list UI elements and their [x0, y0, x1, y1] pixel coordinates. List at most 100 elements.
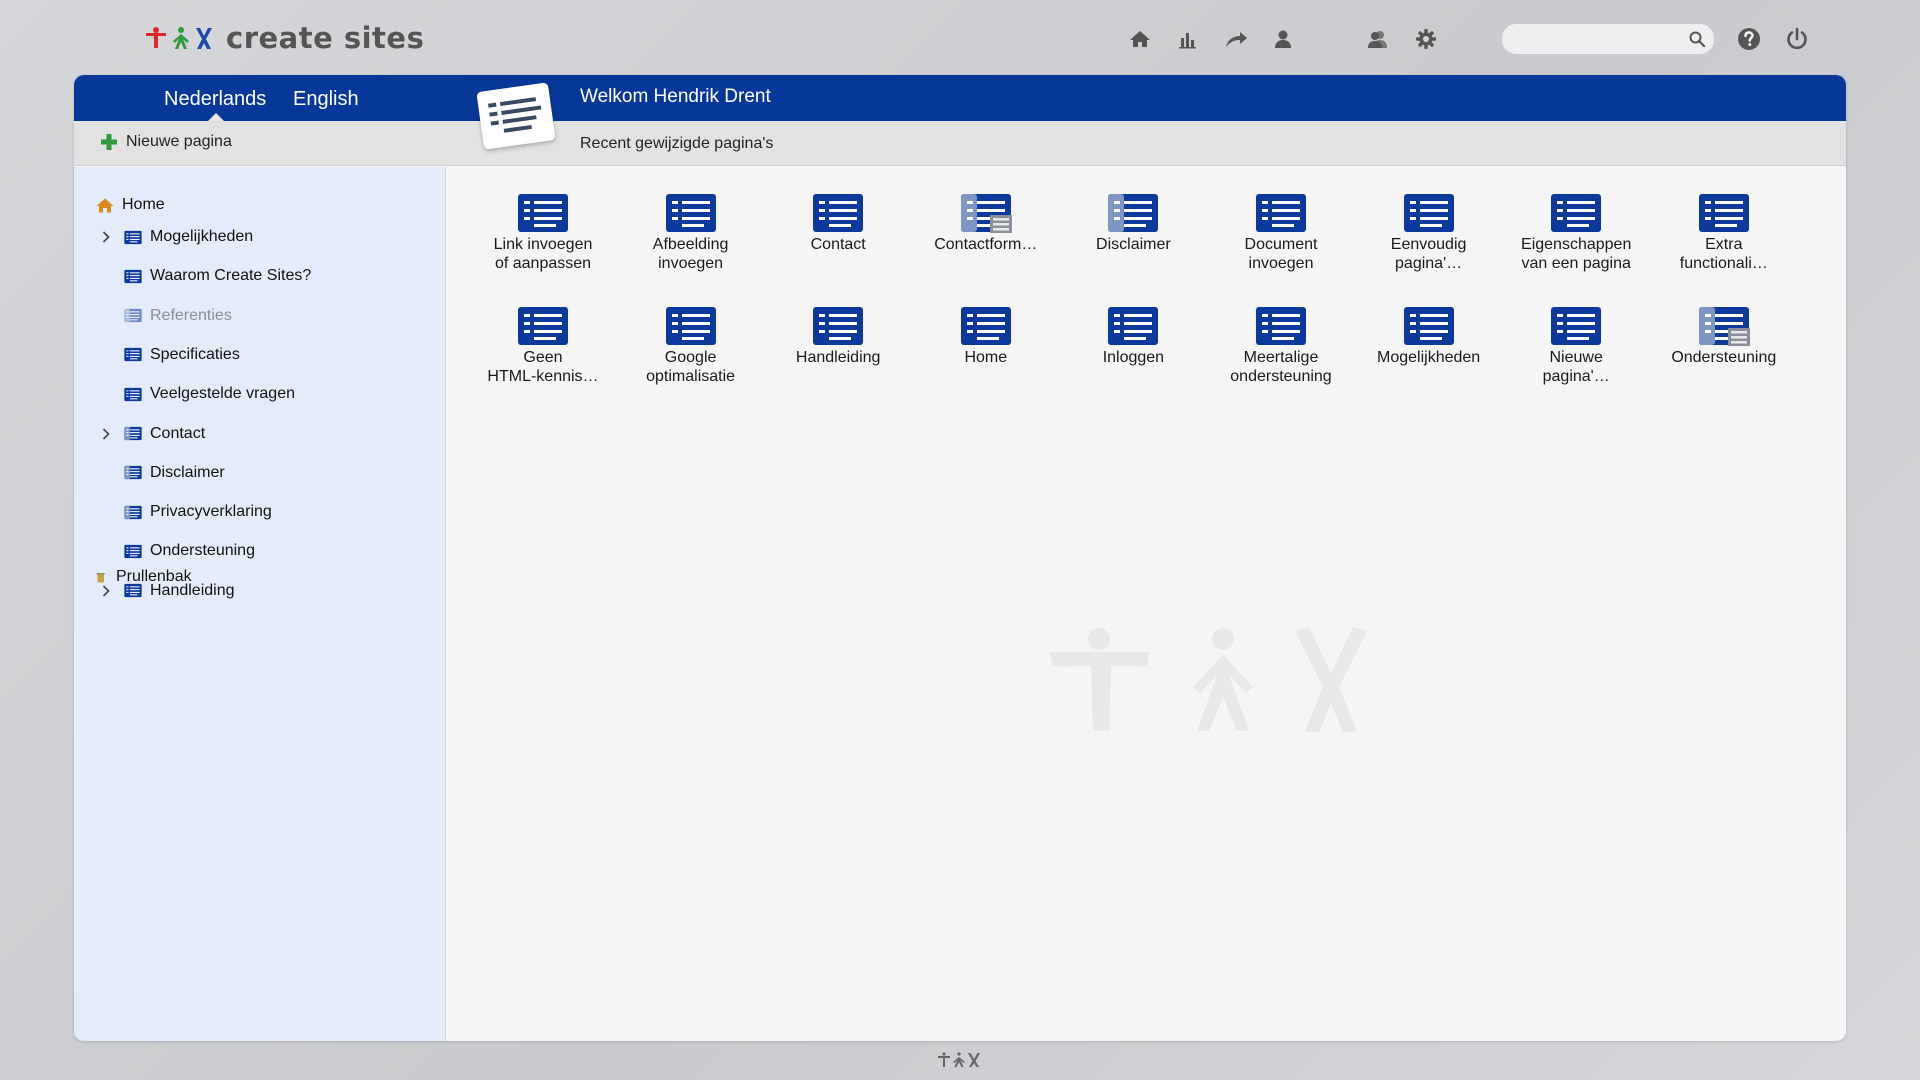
search-input[interactable] — [1512, 28, 1672, 50]
page-icon — [518, 194, 568, 232]
recent-page-label-line2: functionali… — [1679, 255, 1768, 272]
power-icon[interactable] — [1784, 26, 1810, 52]
recent-page-label: Ondersteuning — [1650, 348, 1798, 367]
recent-page-tile[interactable]: Nieuwe pagina'… — [1502, 306, 1650, 386]
recent-page-label: Contact — [764, 235, 912, 254]
recent-page-label: Inloggen — [1059, 348, 1207, 367]
recent-page-tile[interactable]: Contactform… — [912, 193, 1060, 254]
recent-page-label-line1: Disclaimer — [1096, 236, 1171, 253]
recent-pages-heading: Recent gewijzigde pagina's — [580, 135, 774, 152]
recent-page-label: Home — [912, 348, 1060, 367]
sidebar-item-label: Contact — [150, 424, 206, 442]
page-icon — [1551, 307, 1602, 345]
recent-page-label: Link invoegen of aanpassen — [469, 235, 617, 273]
recent-page-tile[interactable]: Meertalige ondersteuning — [1207, 306, 1355, 386]
recent-page-label: Contactform… — [912, 235, 1060, 254]
recent-page-label-line1: Handleiding — [795, 349, 881, 366]
sidebar-item[interactable]: Disclaimer — [124, 461, 225, 485]
share-icon[interactable] — [1223, 26, 1249, 52]
recent-page-label: Extra functionali… — [1650, 235, 1798, 273]
search-icon[interactable] — [1688, 30, 1706, 53]
users-icon[interactable] — [1365, 26, 1391, 52]
recent-page-label-line1: Eigenschappen — [1521, 236, 1632, 253]
recent-page-tile[interactable]: Disclaimer — [1059, 193, 1207, 254]
page-icon — [1698, 194, 1749, 232]
sidebar-item[interactable]: Ondersteuning — [124, 539, 255, 563]
home-icon[interactable] — [1127, 26, 1153, 52]
recent-page-tile[interactable]: Link invoegen of aanpassen — [469, 193, 617, 273]
sidebar-item-label: Specificaties — [150, 345, 240, 363]
main-window: Nederlands English Welkom Hendrik Drent … — [74, 75, 1846, 1041]
recent-page-tile[interactable]: Inloggen — [1059, 306, 1207, 367]
recent-page-label: Meertalige ondersteuning — [1207, 348, 1355, 386]
recent-page-label-line2: of aanpassen — [494, 255, 592, 272]
sidebar-item[interactable]: Waarom Create Sites? — [124, 264, 311, 288]
page-form-icon — [1698, 307, 1750, 346]
recent-page-tile[interactable]: Extra functionali… — [1650, 193, 1798, 273]
recent-page-label-line2: pagina'… — [1542, 368, 1610, 385]
sidebar-item-home[interactable]: Home — [96, 193, 165, 217]
page-icon — [518, 307, 568, 345]
document-badge-icon — [476, 82, 556, 150]
plus-icon — [101, 134, 117, 150]
expand-chevron-icon[interactable] — [100, 225, 112, 249]
page-icon — [124, 544, 142, 558]
sidebar-item[interactable]: Specificaties — [124, 343, 240, 367]
lang-tab-en[interactable]: English — [293, 88, 359, 111]
recent-page-tile[interactable]: Contact — [764, 193, 912, 254]
sidebar-item-trash[interactable]: Prullenbak — [96, 565, 192, 589]
sidebar-item[interactable]: Veelgestelde vragen — [124, 382, 295, 406]
page-icon — [1256, 307, 1306, 345]
page-icon — [665, 194, 716, 232]
sidebar-item[interactable]: Referenties — [124, 304, 232, 328]
lang-tab-nl[interactable]: Nederlands — [164, 88, 266, 111]
sidebar-item-label: Prullenbak — [116, 568, 192, 585]
new-page-button[interactable]: Nieuwe pagina — [100, 133, 232, 151]
top-bar: create sites — [0, 0, 1920, 74]
new-page-label: Nieuwe pagina — [126, 133, 232, 150]
recent-page-tile[interactable]: Eigenschappen van een pagina — [1502, 193, 1650, 273]
recent-page-label-line2: optimalisatie — [646, 368, 736, 385]
brand-name: create sites — [226, 21, 425, 55]
expand-chevron-icon[interactable] — [100, 422, 112, 446]
recent-page-tile[interactable]: Handleiding — [764, 306, 912, 367]
recent-page-label: Google optimalisatie — [617, 348, 765, 386]
recent-page-tile[interactable]: Afbeelding invoegen — [617, 193, 765, 273]
recent-page-tile[interactable]: Document invoegen — [1207, 193, 1355, 273]
recent-page-label-line1: Inloggen — [1102, 349, 1165, 366]
stats-icon[interactable] — [1175, 26, 1201, 52]
recent-page-label-line1: Geen — [523, 349, 563, 366]
recent-page-label-line1: Home — [964, 349, 1008, 366]
help-icon[interactable] — [1736, 26, 1762, 52]
sidebar-item-label: Disclaimer — [150, 463, 225, 481]
recent-page-tile[interactable]: Ondersteuning — [1650, 306, 1798, 367]
logo[interactable]: create sites — [144, 18, 424, 58]
user-icon[interactable] — [1270, 26, 1296, 52]
trash-icon — [96, 572, 105, 582]
recent-page-tile[interactable]: Eenvoudig pagina'… — [1355, 193, 1503, 273]
sidebar-item[interactable]: Mogelijkheden — [124, 225, 253, 249]
recent-page-label-line1: Document — [1244, 236, 1318, 253]
action-bar: Nieuwe pagina Recent gewijzigde pagina's — [74, 121, 1846, 166]
recent-page-label: Disclaimer — [1059, 235, 1207, 254]
active-language-indicator — [208, 113, 224, 121]
sidebar-item[interactable]: Contact — [124, 422, 205, 446]
recent-page-tile[interactable]: Geen HTML-kennis… — [469, 306, 617, 386]
recent-page-tile[interactable]: Google optimalisatie — [617, 306, 765, 386]
sidebar-item-label: Referenties — [150, 306, 232, 324]
page-half-icon — [124, 426, 142, 441]
sidebar-item[interactable]: Privacyverklaring — [124, 500, 272, 524]
recent-page-tile[interactable]: Home — [912, 306, 1060, 367]
recent-page-label-line2: invoegen — [658, 255, 724, 272]
recent-page-label: Handleiding — [764, 348, 912, 367]
sidebar-item-label: Ondersteuning — [150, 542, 255, 560]
window-header: Nederlands English Welkom Hendrik Drent — [74, 75, 1846, 121]
recent-page-label-line2: HTML-kennis… — [487, 368, 599, 385]
recent-page-label-line1: Nieuwe — [1549, 349, 1603, 366]
recent-page-label-line2: ondersteuning — [1230, 368, 1332, 385]
watermark-logo-icon — [1047, 627, 1387, 752]
gear-icon[interactable] — [1413, 26, 1439, 52]
recent-page-tile[interactable]: Mogelijkheden — [1355, 306, 1503, 367]
page-icon — [124, 348, 142, 362]
page-icon — [813, 307, 864, 345]
